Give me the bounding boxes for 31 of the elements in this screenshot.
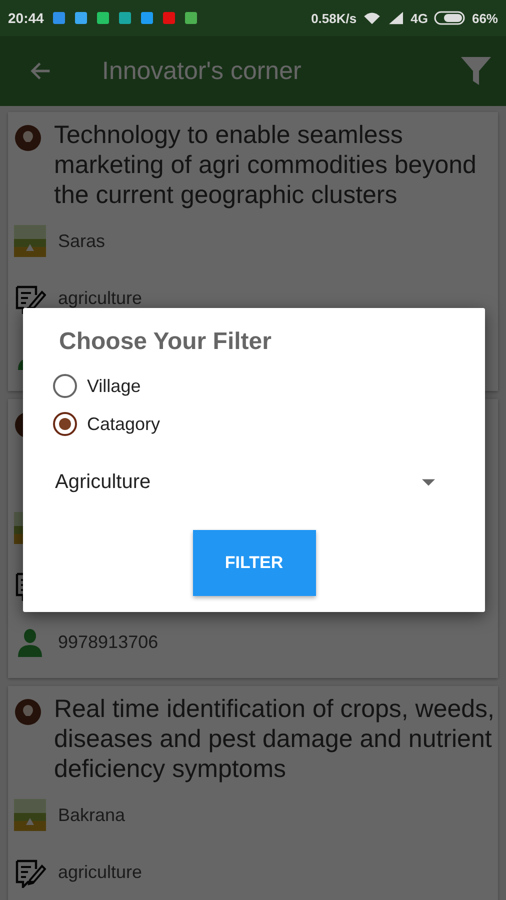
network-type: 4G [410,10,428,26]
battery-percent: 66% [472,10,498,26]
caret-icon [422,478,435,486]
radio-button[interactable] [53,374,77,398]
status-time: 20:44 [8,10,44,26]
network-speed: 0.58K/s [311,10,357,26]
dialog-title: Choose Your Filter [59,328,272,356]
category-name: agriculture [58,288,142,306]
idea-title: Technology to enable seamless marketing of agri commodities beyond the current geographic clusters [54,120,478,210]
radio-option[interactable]: Catagory [53,412,160,436]
notification-icon [162,11,176,25]
filter-icon[interactable] [460,55,492,87]
notification-icon [96,11,110,25]
village-name: Saras [58,232,106,250]
notification-icon [184,11,198,25]
idea-title: Real time identification of crops, weeds, diseases and pest damage and nutrient deficiency symptoms [54,694,496,784]
notification-icon [140,11,154,25]
phone-number: 9978913706 [58,632,158,650]
battery-icon [434,10,466,26]
category-name: agriculture [58,862,142,880]
notification-icon [118,11,132,25]
village-name: Bakrana [58,806,126,824]
notification-icon [52,11,66,25]
category-dropdown[interactable]: Agriculture [55,464,435,500]
lightbulb-icon [14,124,42,152]
signal-icon [386,11,405,25]
radio-button[interactable] [53,412,77,436]
lightbulb-icon [14,698,42,726]
screen-title: Innovator's corner [102,56,302,86]
wifi-icon [362,11,381,25]
notification-icon [74,11,88,25]
